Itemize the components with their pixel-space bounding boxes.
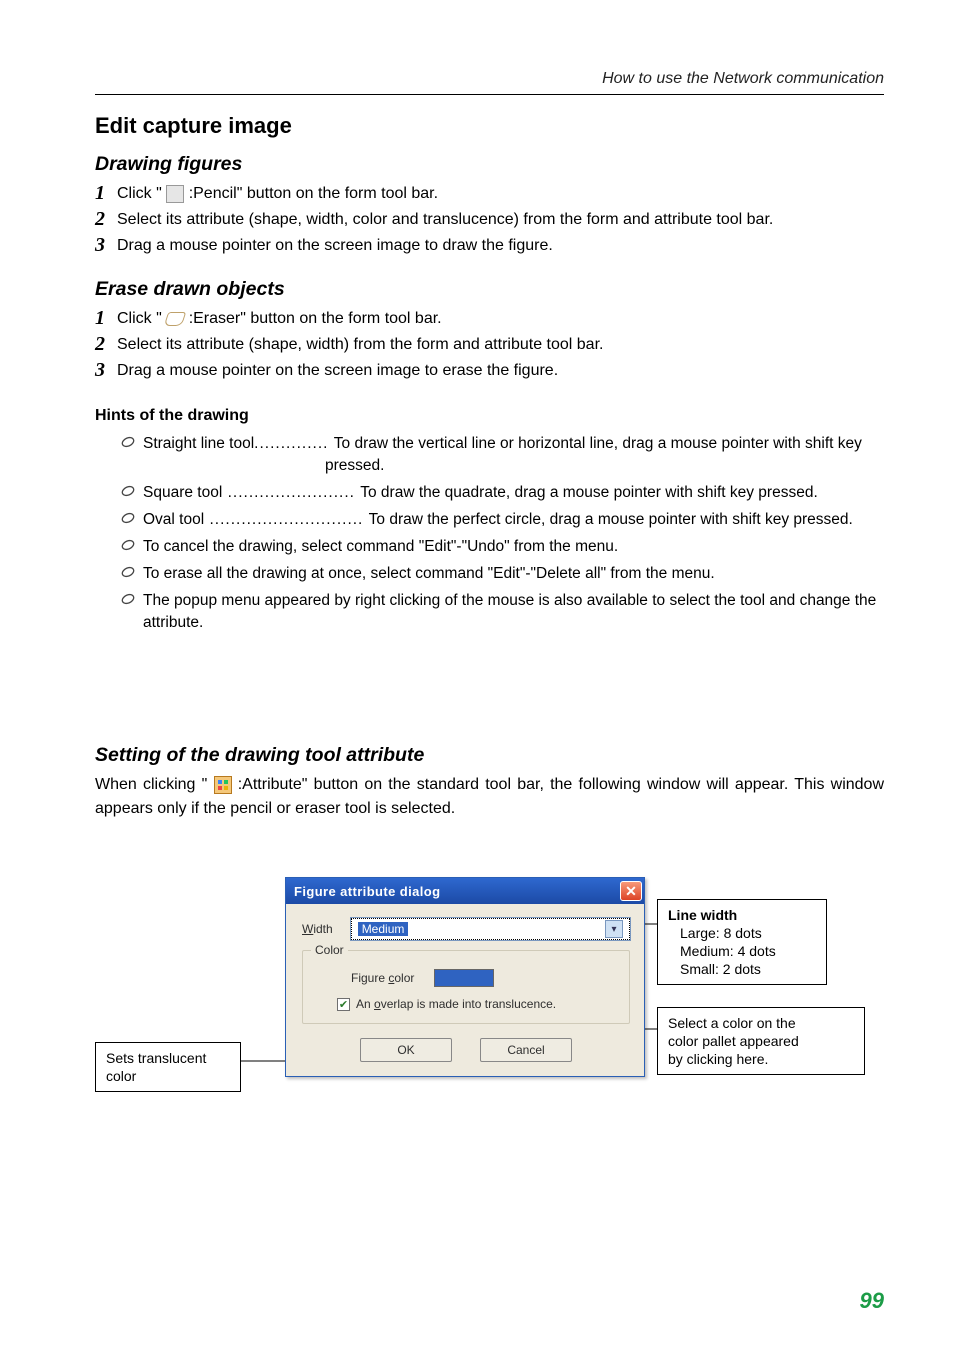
ok-button[interactable]: OK	[360, 1038, 452, 1062]
text: Click "	[117, 310, 166, 327]
text: An	[356, 997, 374, 1011]
subsection-attribute: Setting of the drawing tool attribute	[95, 744, 884, 767]
bullet-icon	[121, 433, 135, 477]
bullet-icon	[121, 509, 135, 531]
text: Line width	[668, 906, 816, 924]
text: pressed.	[325, 455, 884, 477]
translucence-label: An overlap is made into translucence.	[356, 997, 556, 1011]
hint-row: To erase all the drawing at once, select…	[143, 563, 884, 585]
hint-row: Oval tool ............................. …	[143, 509, 884, 531]
text: :Eraser" button on the form tool bar.	[189, 310, 442, 327]
page-number: 99	[860, 1288, 884, 1314]
width-value: Medium	[358, 922, 409, 936]
hints-heading: Hints of the drawing	[95, 407, 884, 425]
step-number: 3	[95, 359, 113, 381]
step-number: 2	[95, 333, 113, 355]
hint-row: Straight line tool.............. To draw…	[143, 433, 884, 477]
text: verlap is made into translucence.	[381, 997, 556, 1011]
group-label: Color	[311, 943, 348, 957]
text: .............................	[204, 511, 369, 528]
text: Medium: 4 dots	[668, 942, 816, 960]
cancel-button[interactable]: Cancel	[480, 1038, 572, 1062]
callout-translucent: Sets translucent color	[95, 1042, 241, 1092]
step-text: Drag a mouse pointer on the screen image…	[117, 234, 884, 258]
text: Select a color on the	[668, 1014, 854, 1032]
step-text: Drag a mouse pointer on the screen image…	[117, 359, 884, 383]
figure-color-label: Figure color	[351, 971, 414, 985]
color-group: Color Figure color ✔ An overlap is made …	[302, 950, 630, 1024]
text: ..............	[254, 435, 334, 452]
dialog-title: Figure attribute dialog	[294, 884, 440, 899]
text: idth	[313, 922, 332, 936]
callout-color: Select a color on the color pallet appea…	[657, 1007, 865, 1075]
text: When clicking "	[95, 776, 214, 793]
step-text: Click " :Eraser" button on the form tool…	[117, 307, 884, 331]
text: color pallet appeared	[668, 1032, 854, 1050]
text: Large: 8 dots	[668, 924, 816, 942]
text: o	[374, 997, 381, 1011]
text: by clicking here.	[668, 1050, 854, 1068]
text: Straight line tool	[143, 433, 254, 455]
text: color	[106, 1067, 230, 1085]
bullet-icon	[121, 482, 135, 504]
paragraph: When clicking " :Attribute" button on th…	[95, 773, 884, 821]
step-number: 3	[95, 234, 113, 256]
chevron-down-icon[interactable]: ▾	[605, 920, 623, 938]
bullet-icon	[121, 563, 135, 585]
text: To draw the vertical line or horizontal …	[334, 435, 862, 452]
step-number: 2	[95, 208, 113, 230]
text: olor	[394, 971, 414, 985]
text: :Pencil" button on the form tool bar.	[189, 185, 438, 202]
step-text: Click " :Pencil" button on the form tool…	[117, 182, 884, 206]
text: Figure	[351, 971, 388, 985]
width-label: Width	[302, 922, 333, 936]
subsection-drawing: Drawing figures	[95, 153, 884, 176]
step-number: 1	[95, 307, 113, 329]
titlebar: Figure attribute dialog ✕	[286, 878, 644, 904]
text: Oval tool	[143, 509, 204, 531]
page-header: How to use the Network communication	[95, 70, 884, 95]
step-number: 1	[95, 182, 113, 204]
callout-linewidth: Line width Large: 8 dots Medium: 4 dots …	[657, 899, 827, 985]
eraser-icon	[164, 312, 187, 326]
close-icon[interactable]: ✕	[620, 881, 642, 901]
subsection-erase: Erase drawn objects	[95, 278, 884, 301]
hint-row: Square tool ........................ To …	[143, 482, 884, 504]
text: Click "	[117, 185, 166, 202]
translucence-checkbox[interactable]: ✔	[337, 998, 350, 1011]
figure-color-swatch[interactable]	[434, 969, 494, 987]
section-title: Edit capture image	[95, 113, 884, 139]
width-combo[interactable]: Medium ▾	[351, 918, 630, 940]
hint-row: The popup menu appeared by right clickin…	[143, 590, 884, 634]
hint-row: To cancel the drawing, select command "E…	[143, 536, 884, 558]
bullet-icon	[121, 536, 135, 558]
text: Square tool	[143, 482, 222, 504]
pencil-icon	[166, 185, 184, 203]
text: W	[302, 922, 313, 936]
figure-attribute-dialog: Figure attribute dialog ✕ Width Medium ▾…	[285, 877, 645, 1077]
text: Sets translucent	[106, 1049, 230, 1067]
text: To draw the quadrate, drag a mouse point…	[360, 484, 818, 501]
step-text: Select its attribute (shape, width, colo…	[117, 208, 884, 232]
bullet-icon	[121, 590, 135, 634]
attribute-icon	[214, 776, 232, 794]
text: Small: 2 dots	[668, 960, 816, 978]
text: ........................	[222, 484, 360, 501]
step-text: Select its attribute (shape, width) from…	[117, 333, 884, 357]
text: To draw the perfect circle, drag a mouse…	[369, 511, 853, 528]
